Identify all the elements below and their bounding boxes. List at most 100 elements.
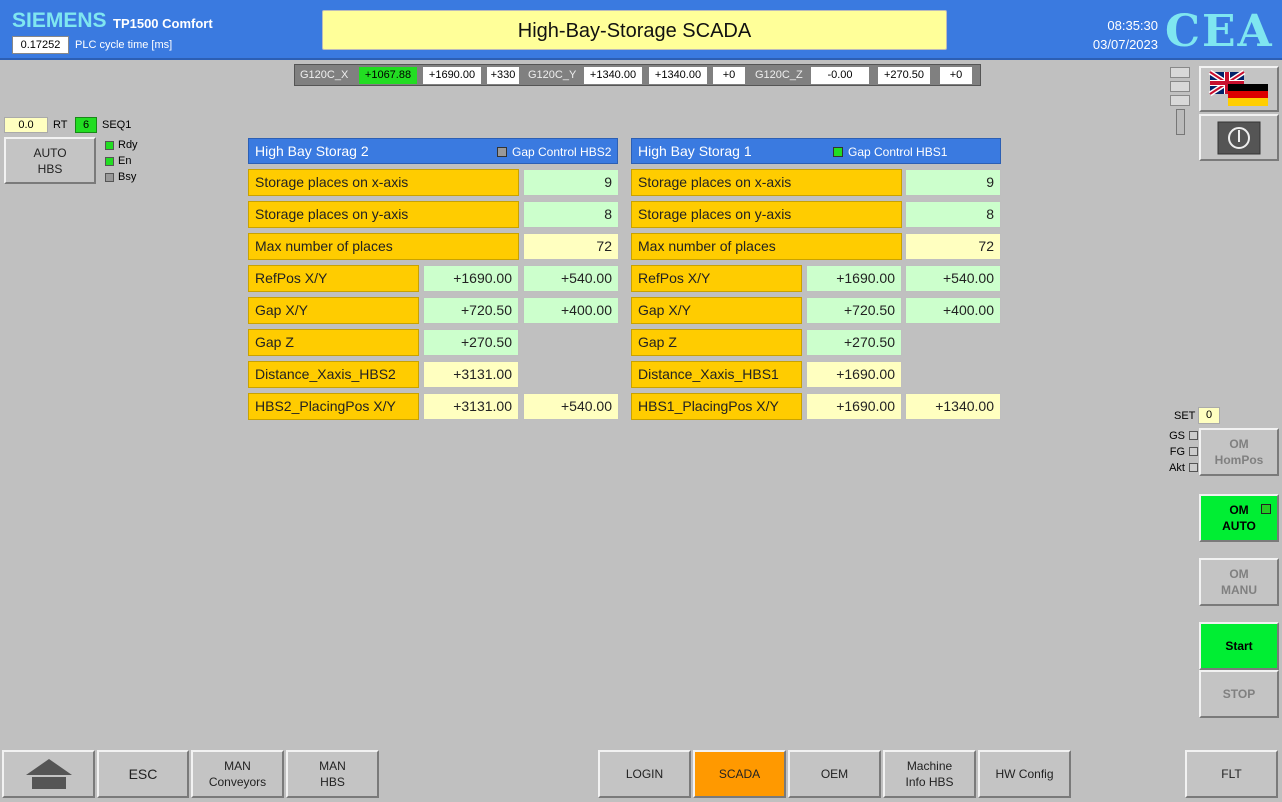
bsy-label: Bsy	[118, 171, 137, 183]
gs-led	[1189, 431, 1198, 440]
seq-label: SEQ1	[102, 119, 132, 131]
drive-z-target: +270.50	[878, 67, 930, 84]
language-flags	[1208, 70, 1268, 106]
gs-indicator: GS	[1158, 430, 1198, 442]
hbs2-gapz-value[interactable]: +270.50	[423, 329, 519, 356]
hbs1-gap-label-cell: Gap X/Y	[631, 297, 802, 324]
panel-model: TP1500 Comfort	[113, 16, 213, 31]
hbs2-gap-label-cell: Gap X/Y	[248, 297, 419, 324]
hbs2-title: High Bay Storag 2	[255, 143, 369, 159]
rt-label: RT	[53, 119, 68, 131]
auto-hbs-button[interactable]: AUTO HBS	[4, 137, 96, 184]
home-button[interactable]	[2, 750, 95, 798]
akt-label: Akt	[1169, 462, 1185, 474]
machine-info-line2: Info HBS	[905, 775, 954, 789]
hbs1-gap-x[interactable]: +720.50	[806, 297, 902, 324]
set-value[interactable]: 0	[1198, 407, 1220, 424]
clock: 08:35:30 03/07/2023	[1080, 16, 1158, 54]
akt-indicator: Akt	[1158, 462, 1198, 474]
drive-y-step: +0	[713, 67, 745, 84]
auto-hbs-line2: HBS	[37, 161, 63, 176]
hbs1-dist-label: Distance_Xaxis_HBS1	[631, 361, 802, 388]
stop-button[interactable]: STOP	[1199, 670, 1279, 718]
fg-indicator: FG	[1158, 446, 1198, 458]
scada-button[interactable]: SCADA	[693, 750, 786, 798]
hbs1-title: High Bay Storag 1	[638, 143, 752, 159]
oem-button[interactable]: OEM	[788, 750, 881, 798]
om-manu-button[interactable]: OM MANU	[1199, 558, 1279, 606]
om-hompos-button[interactable]: OM HomPos	[1199, 428, 1279, 476]
hbs2-place-x: +3131.00	[423, 393, 519, 420]
machine-info-button[interactable]: Machine Info HBS	[883, 750, 976, 798]
en-label: En	[118, 155, 132, 167]
hbs2-x-value[interactable]: 9	[523, 169, 619, 196]
man-hbs-button[interactable]: MAN HBS	[286, 750, 379, 798]
man-conveyors-line2: Conveyors	[208, 775, 267, 789]
hbs1-x-value[interactable]: 9	[905, 169, 1001, 196]
hbs2-gap-y[interactable]: +400.00	[523, 297, 619, 324]
hbs1-ref-y[interactable]: +540.00	[905, 265, 1001, 292]
om-hompos-line2: HomPos	[1214, 453, 1264, 467]
start-button[interactable]: Start	[1199, 622, 1279, 670]
hbs1-max-label: Max number of places	[631, 233, 902, 260]
hbs2-gap-led	[497, 147, 507, 157]
om-manu-line2: MANU	[1221, 583, 1257, 597]
hbs1-gap-y[interactable]: +400.00	[905, 297, 1001, 324]
screen-scroll-indicator	[1176, 109, 1185, 135]
hbs1-header: High Bay Storag 1 Gap Control HBS1	[631, 138, 1001, 164]
screen-indicator-3	[1170, 95, 1190, 106]
start-label: Start	[1225, 639, 1253, 653]
hbs2-ref-y[interactable]: +540.00	[523, 265, 619, 292]
login-button[interactable]: LOGIN	[598, 750, 691, 798]
hw-config-button[interactable]: HW Config	[978, 750, 1071, 798]
power-button[interactable]	[1199, 114, 1279, 161]
fg-label: FG	[1169, 446, 1185, 458]
hbs1-place-x: +1690.00	[806, 393, 902, 420]
hbs2-gap-label: Gap Control HBS2	[512, 145, 612, 159]
plc-cycle-value: 0.17252	[12, 36, 69, 54]
hbs2-y-label: Storage places on y-axis	[248, 201, 519, 228]
hbs2-ref-x[interactable]: +1690.00	[423, 265, 519, 292]
rdy-indicator: Rdy	[105, 139, 138, 151]
set-label: SET	[1174, 410, 1196, 422]
bsy-indicator: Bsy	[105, 171, 136, 183]
fg-led	[1189, 447, 1198, 456]
drive-x-actual: +1067.88	[359, 67, 417, 84]
hbs1-gap-label: Gap Control HBS1	[848, 145, 948, 159]
hbs2-x-label: Storage places on x-axis	[248, 169, 519, 196]
rdy-label: Rdy	[118, 139, 138, 151]
drive-status-bar: G120C_X +1067.88 +1690.00 +330 G120C_Y +…	[294, 64, 981, 86]
power-icon	[1217, 121, 1261, 154]
seq-value: 6	[75, 117, 97, 133]
drive-x-target: +1690.00	[423, 67, 481, 84]
date-display: 03/07/2023	[1092, 37, 1158, 52]
hbs1-dist-value: +1690.00	[806, 361, 902, 388]
gs-label: GS	[1169, 430, 1185, 442]
flt-button[interactable]: FLT	[1185, 750, 1278, 798]
esc-button[interactable]: ESC	[97, 750, 189, 798]
language-button[interactable]	[1199, 66, 1279, 112]
om-manu-line1: OM	[1229, 567, 1249, 581]
om-auto-led	[1261, 504, 1271, 514]
hbs1-ref-x[interactable]: +1690.00	[806, 265, 902, 292]
hbs1-y-value[interactable]: 8	[905, 201, 1001, 228]
man-conveyors-button[interactable]: MAN Conveyors	[191, 750, 284, 798]
hbs2-y-value[interactable]: 8	[523, 201, 619, 228]
stop-label: STOP	[1222, 687, 1256, 701]
hbs2-gap-x[interactable]: +720.50	[423, 297, 519, 324]
header-bar: SIEMENS TP1500 Comfort 0.17252 PLC cycle…	[0, 0, 1282, 60]
hbs2-dist-value: +3131.00	[423, 361, 519, 388]
om-auto-line1: OM	[1229, 503, 1249, 517]
machine-info-line1: Machine	[906, 759, 953, 773]
drive-x-label: G120C_X	[300, 69, 349, 81]
screen-indicator-1	[1170, 67, 1190, 78]
hbs1-gapz-value[interactable]: +270.50	[806, 329, 902, 356]
hbs2-header: High Bay Storag 2 Gap Control HBS2	[248, 138, 618, 164]
time-display: 08:35:30	[1107, 18, 1158, 33]
om-auto-button[interactable]: OM AUTO	[1199, 494, 1279, 542]
rt-value: 0.0	[4, 117, 48, 133]
en-led	[105, 156, 114, 166]
man-hbs-line1: MAN	[319, 759, 346, 773]
hbs2-dist-label: Distance_Xaxis_HBS2	[248, 361, 419, 388]
om-auto-line2: AUTO	[1222, 519, 1256, 533]
